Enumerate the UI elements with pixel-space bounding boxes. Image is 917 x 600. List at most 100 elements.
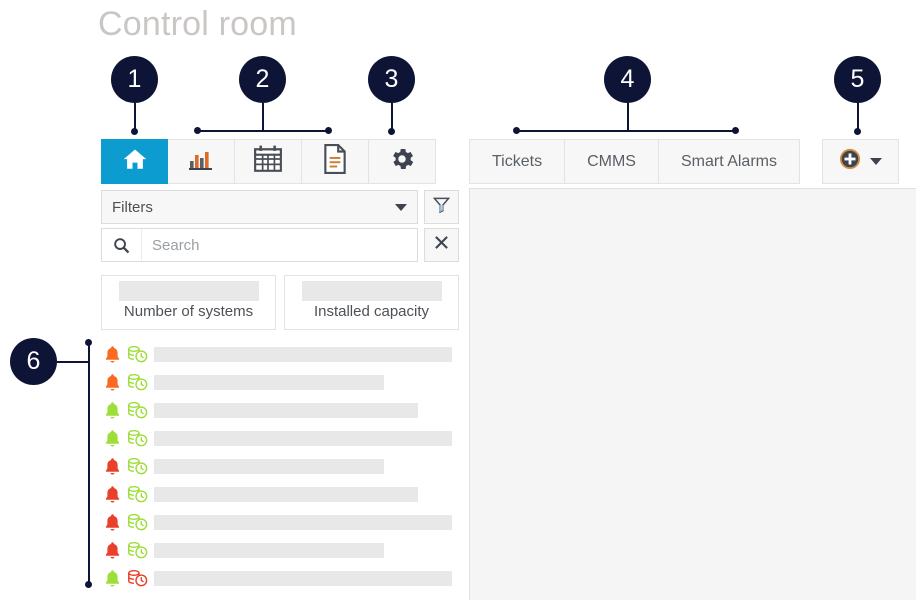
- stat-card-number-of-systems[interactable]: Number of systems: [101, 275, 276, 330]
- database-clock-icon: [127, 569, 148, 588]
- toolbar-button-settings[interactable]: [369, 139, 436, 184]
- callout-badge-3: 3: [368, 56, 415, 103]
- callout-dot-6-top: [85, 339, 92, 346]
- callout-number: 3: [384, 65, 399, 93]
- callout-badge-5: 5: [834, 56, 881, 103]
- alarm-bell-icon: [104, 345, 121, 364]
- alarm-bell-icon: [104, 429, 121, 448]
- alarm-label-placeholder: [154, 374, 384, 390]
- alarm-label-placeholder: [154, 430, 452, 446]
- filter-funnel-button[interactable]: [424, 190, 459, 224]
- callout-number: 4: [620, 65, 635, 93]
- alarm-label-placeholder: [154, 486, 418, 502]
- callout-bracket-6: [88, 342, 90, 584]
- screenshot-root: Control room Tickets CMMS Smart Alarms F…: [0, 0, 917, 600]
- callout-number: 5: [850, 65, 865, 93]
- chevron-down-icon: [870, 158, 882, 165]
- tab-label: CMMS: [587, 152, 636, 170]
- alarm-bell-icon: [104, 513, 121, 532]
- tab-label: Smart Alarms: [680, 152, 777, 170]
- stat-value-placeholder: [301, 281, 442, 301]
- alarm-label-placeholder: [154, 570, 452, 586]
- alarm-bell-icon: [104, 457, 121, 476]
- callout-bracket-4: [516, 130, 735, 132]
- gear-icon: [388, 145, 416, 178]
- callout-number: 2: [255, 65, 270, 93]
- tab-tickets[interactable]: Tickets: [469, 139, 566, 184]
- toolbar-button-analytics[interactable]: [168, 139, 235, 184]
- filters-label: Filters: [112, 198, 153, 216]
- database-clock-icon: [127, 541, 148, 560]
- stat-card-installed-capacity[interactable]: Installed capacity: [284, 275, 459, 330]
- callout-number: 1: [127, 65, 142, 93]
- document-icon: [322, 144, 348, 179]
- alarm-label-placeholder: [154, 402, 418, 418]
- callout-bracket-2: [197, 130, 328, 132]
- database-clock-icon: [127, 401, 148, 420]
- calendar-icon: [253, 145, 283, 178]
- database-clock-icon: [127, 429, 148, 448]
- database-clock-icon: [127, 345, 148, 364]
- alarm-row[interactable]: [104, 396, 452, 424]
- callout-badge-6: 6: [10, 338, 57, 385]
- toolbar-button-home[interactable]: [101, 139, 168, 184]
- tab-strip: Tickets CMMS Smart Alarms: [469, 139, 800, 184]
- alarm-row[interactable]: [104, 536, 452, 564]
- callout-badge-4: 4: [604, 56, 651, 103]
- alarm-bell-icon: [104, 541, 121, 560]
- database-clock-icon: [127, 373, 148, 392]
- callout-badge-2: 2: [239, 56, 286, 103]
- toolbar-button-reports[interactable]: [302, 139, 369, 184]
- alarm-row[interactable]: [104, 368, 452, 396]
- callout-number: 6: [26, 347, 41, 375]
- database-clock-icon: [127, 513, 148, 532]
- callout-dot-4-left: [513, 127, 520, 134]
- alarm-label-placeholder: [154, 514, 452, 530]
- stat-card-label: Number of systems: [123, 303, 254, 320]
- callout-dot-2-right: [325, 127, 332, 134]
- callout-dot-5: [854, 128, 861, 135]
- alarm-row[interactable]: [104, 480, 452, 508]
- clear-search-button[interactable]: [424, 228, 459, 262]
- alarm-row[interactable]: [104, 452, 452, 480]
- search-input[interactable]: [142, 229, 417, 261]
- search-box[interactable]: [101, 228, 418, 262]
- alarm-bell-icon: [104, 373, 121, 392]
- alarm-bell-icon: [104, 485, 121, 504]
- icon-toolbar: [101, 139, 436, 184]
- tab-label: Tickets: [492, 152, 543, 170]
- alarm-list: [104, 340, 452, 592]
- alarm-bell-icon: [104, 569, 121, 588]
- alarm-row[interactable]: [104, 508, 452, 536]
- callout-dot-3: [388, 128, 395, 135]
- page-title: Control room: [98, 5, 297, 43]
- search-icon: [102, 229, 142, 261]
- close-icon: [434, 235, 449, 255]
- search-row: [101, 228, 459, 262]
- callout-dot-2-left: [194, 127, 201, 134]
- alarm-row[interactable]: [104, 424, 452, 452]
- callout-badge-1: 1: [111, 56, 158, 103]
- home-icon: [120, 146, 150, 177]
- add-widget-button[interactable]: [822, 139, 899, 184]
- callout-line-2: [262, 103, 264, 132]
- alarm-label-placeholder: [154, 542, 384, 558]
- callout-dot-1: [131, 128, 138, 135]
- callout-line-6: [57, 361, 90, 363]
- alarm-row[interactable]: [104, 564, 452, 592]
- toolbar-button-calendar[interactable]: [235, 139, 302, 184]
- stat-value-placeholder: [118, 281, 259, 301]
- plus-circle-icon: [839, 148, 861, 175]
- callout-dot-4-right: [732, 127, 739, 134]
- filters-row: Filters: [101, 190, 459, 224]
- tab-smart-alarms[interactable]: Smart Alarms: [658, 139, 800, 184]
- chevron-down-icon: [395, 203, 407, 211]
- filters-dropdown[interactable]: Filters: [101, 190, 418, 224]
- alarm-label-placeholder: [154, 458, 384, 474]
- bar-chart-icon: [187, 147, 215, 176]
- stat-card-label: Installed capacity: [313, 303, 430, 320]
- alarm-bell-icon: [104, 401, 121, 420]
- database-clock-icon: [127, 485, 148, 504]
- tab-cmms[interactable]: CMMS: [565, 139, 659, 184]
- alarm-row[interactable]: [104, 340, 452, 368]
